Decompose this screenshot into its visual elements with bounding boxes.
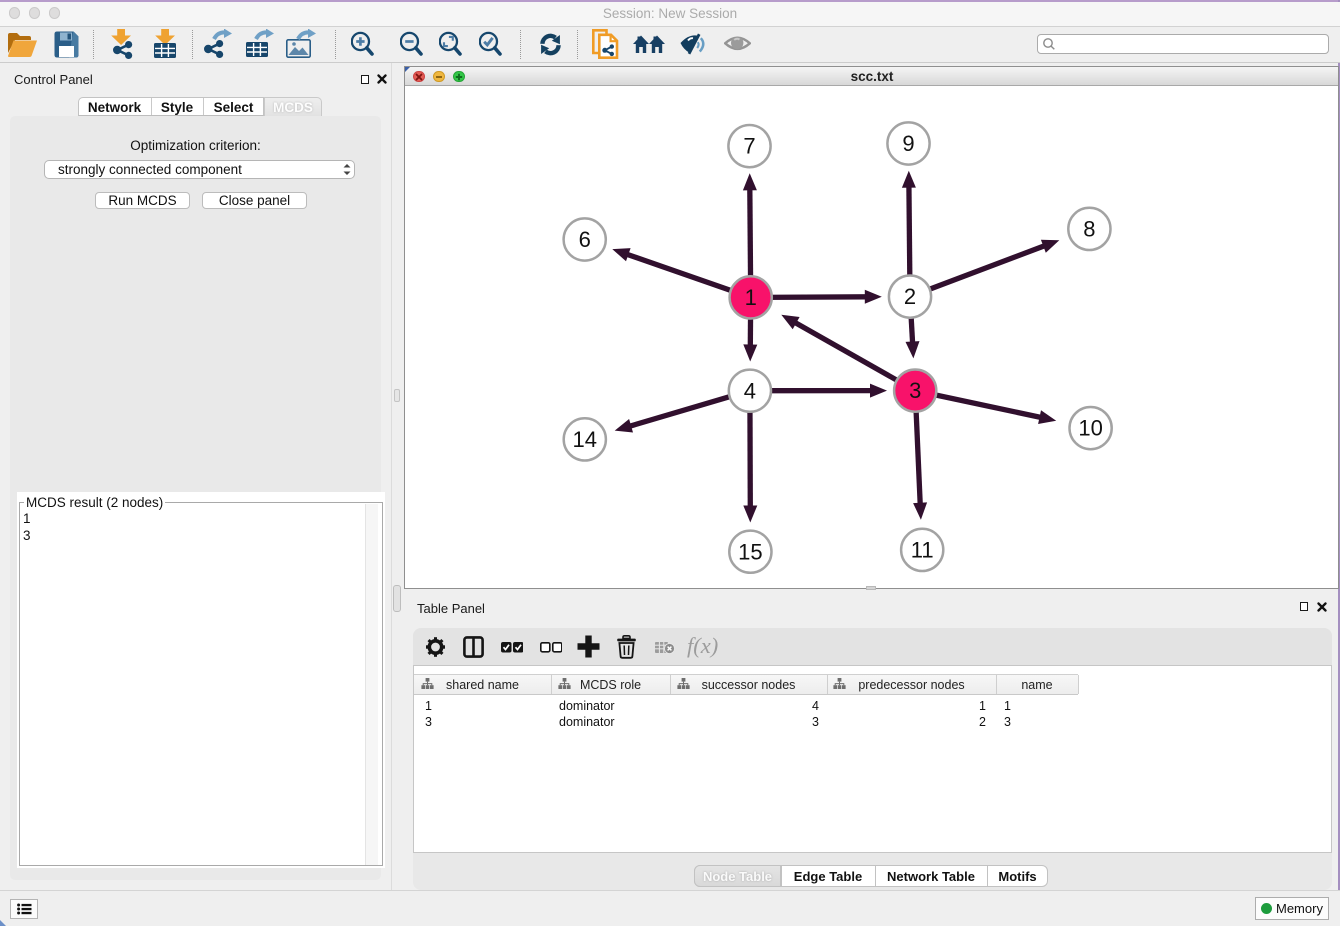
svg-text:4: 4	[744, 378, 756, 403]
svg-text:9: 9	[902, 131, 914, 156]
svg-text:1: 1	[745, 285, 757, 310]
svg-text:7: 7	[743, 134, 755, 159]
svg-text:15: 15	[738, 539, 762, 564]
svg-text:3: 3	[909, 378, 921, 403]
svg-text:14: 14	[573, 427, 597, 452]
svg-text:2: 2	[904, 284, 916, 309]
svg-text:10: 10	[1078, 416, 1102, 441]
svg-text:8: 8	[1083, 217, 1095, 242]
svg-text:6: 6	[579, 227, 591, 252]
svg-text:11: 11	[911, 538, 934, 563]
